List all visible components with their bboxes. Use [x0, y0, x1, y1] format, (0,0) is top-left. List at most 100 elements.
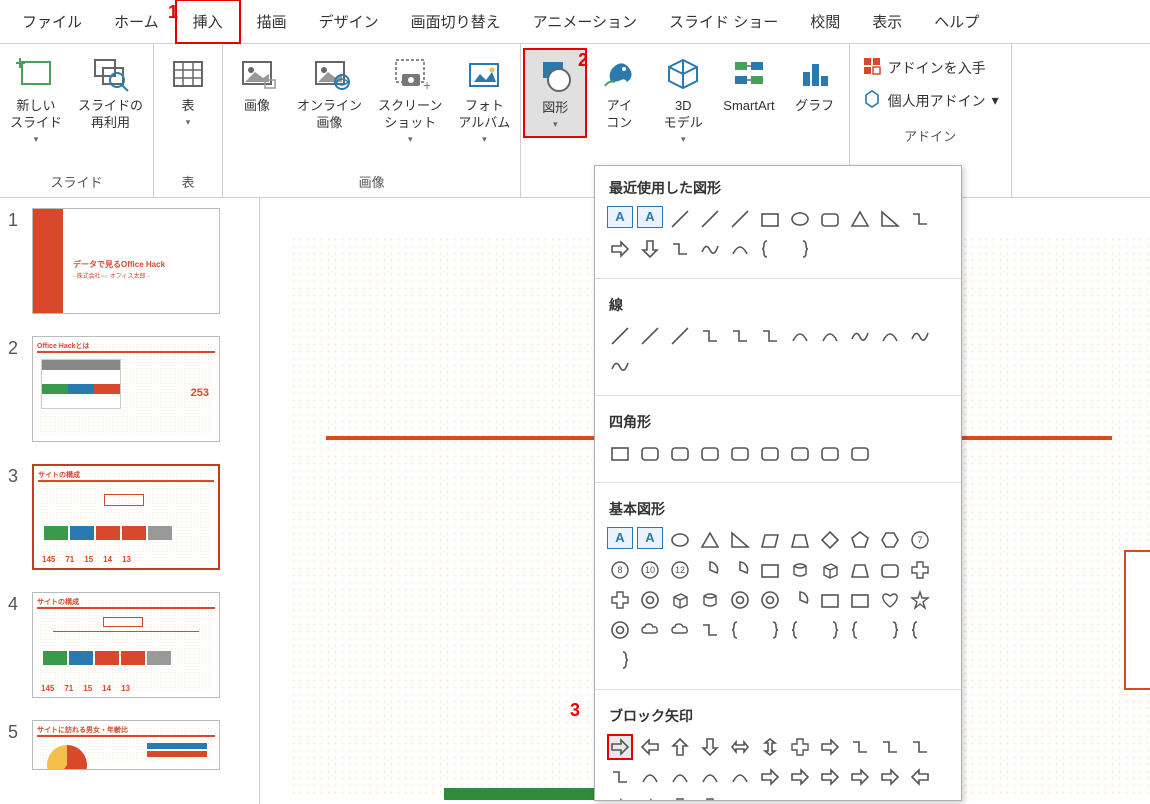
shape-basic-36[interactable]	[697, 617, 723, 643]
shape-basic-20[interactable]	[877, 557, 903, 583]
shape-arrow-14[interactable]	[697, 764, 723, 790]
shape-rect-7[interactable]	[817, 440, 843, 466]
shape-basic-37[interactable]	[727, 617, 753, 643]
tab-file[interactable]: ファイル	[6, 1, 98, 42]
reuse-slide-button[interactable]: スライドの 再利用	[70, 48, 151, 138]
shape-arrow-11[interactable]	[607, 764, 633, 790]
shape-basic-41[interactable]	[847, 617, 873, 643]
shape-basic-12[interactable]: 10	[637, 557, 663, 583]
shape-rect-5[interactable]	[757, 440, 783, 466]
shape-arrow-17[interactable]	[787, 764, 813, 790]
shape-basic-27[interactable]	[757, 587, 783, 613]
shape-arrow-5[interactable]	[757, 734, 783, 760]
shape-oval[interactable]	[787, 206, 813, 232]
shape-basic-21[interactable]	[907, 557, 933, 583]
shapes-dropdown[interactable]: 最近使用した図形 AA 線 四角形 基本図形 AA781012 ブロック矢印	[594, 165, 962, 801]
shape-textbox[interactable]: A	[637, 527, 663, 549]
tab-transitions[interactable]: 画面切り替え	[395, 1, 517, 42]
shape-basic-35[interactable]	[667, 617, 693, 643]
shape-rrect[interactable]	[817, 206, 843, 232]
shape-brace-r[interactable]	[787, 236, 813, 262]
shape-arrow-26[interactable]	[727, 794, 753, 801]
shape-basic-8[interactable]	[847, 527, 873, 553]
shape-line-11[interactable]	[607, 353, 633, 379]
shape-arrow-18[interactable]	[817, 764, 843, 790]
shape-rect-0[interactable]	[607, 440, 633, 466]
album-button[interactable]: フォト アルバム ▾	[450, 48, 518, 151]
shape-basic-25[interactable]	[697, 587, 723, 613]
shape-basic-7[interactable]	[817, 527, 843, 553]
shape-basic-4[interactable]	[727, 527, 753, 553]
3d-model-button[interactable]: 3D モデル ▾	[651, 48, 715, 151]
shape-line-8[interactable]	[847, 323, 873, 349]
shape-arrow-7[interactable]	[817, 734, 843, 760]
shape-basic-38[interactable]	[757, 617, 783, 643]
shape-arrow-16[interactable]	[757, 764, 783, 790]
shape-basic-29[interactable]	[817, 587, 843, 613]
new-slide-button[interactable]: 新しい スライド ▾	[2, 48, 70, 151]
shape-line-2[interactable]	[667, 323, 693, 349]
shape-arrow-21[interactable]	[907, 764, 933, 790]
shape-basic-18[interactable]	[817, 557, 843, 583]
shape-arrow-9[interactable]	[877, 734, 903, 760]
shape-basic-24[interactable]	[667, 587, 693, 613]
shape-basic-19[interactable]	[847, 557, 873, 583]
shape-line-4[interactable]	[727, 323, 753, 349]
shape-basic-34[interactable]	[637, 617, 663, 643]
shape-arrow-20[interactable]	[877, 764, 903, 790]
shape-connector[interactable]	[907, 206, 933, 232]
tab-draw[interactable]: 描画	[241, 1, 303, 42]
shape-arrow-0[interactable]	[607, 734, 633, 760]
tab-home[interactable]: ホーム	[98, 1, 175, 42]
shape-line-1[interactable]	[637, 323, 663, 349]
shape-line-5[interactable]	[757, 323, 783, 349]
shape-basic-23[interactable]	[637, 587, 663, 613]
shape-basic-40[interactable]	[817, 617, 843, 643]
shape-basic-5[interactable]	[757, 527, 783, 553]
tab-insert[interactable]: 挿入	[175, 0, 241, 44]
shape-right-triangle[interactable]	[877, 206, 903, 232]
shape-textbox[interactable]: A	[607, 527, 633, 549]
shape-line-double[interactable]	[727, 206, 753, 232]
shape-line-6[interactable]	[787, 323, 813, 349]
shape-line-3[interactable]	[697, 323, 723, 349]
shape-basic-14[interactable]	[697, 557, 723, 583]
shape-arrow-8[interactable]	[847, 734, 873, 760]
shape-arrow-1[interactable]	[637, 734, 663, 760]
shape-basic-13[interactable]: 12	[667, 557, 693, 583]
screenshot-button[interactable]: + スクリーン ショット ▾	[370, 48, 450, 151]
shape-elbow[interactable]	[667, 236, 693, 262]
slide-thumbnail-3[interactable]: サイトの構成 145 71 15 14 13	[32, 464, 220, 570]
shape-arrow-19[interactable]	[847, 764, 873, 790]
shape-basic-42[interactable]	[877, 617, 903, 643]
shape-rect-8[interactable]	[847, 440, 873, 466]
online-image-button[interactable]: オンライン 画像	[289, 48, 370, 138]
thumbnail-panel[interactable]: 1 データで見るOffice Hack - 株式会社○○ オフィス太郎 - 2 …	[0, 198, 260, 804]
smartart-button[interactable]: SmartArt	[715, 48, 782, 121]
shape-arrow-3[interactable]	[697, 734, 723, 760]
shape-arrow-24[interactable]	[667, 794, 693, 801]
shape-basic-43[interactable]	[907, 617, 933, 643]
shape-line[interactable]	[667, 206, 693, 232]
shape-arrow-6[interactable]	[787, 734, 813, 760]
shape-basic-2[interactable]	[667, 527, 693, 553]
shape-textbox[interactable]: A	[637, 206, 663, 228]
shape-arrow-15[interactable]	[727, 764, 753, 790]
tab-animations[interactable]: アニメーション	[517, 1, 653, 42]
shape-arrow-4[interactable]	[727, 734, 753, 760]
shape-basic-33[interactable]	[607, 617, 633, 643]
shape-arrow-down[interactable]	[637, 236, 663, 262]
shape-rect-6[interactable]	[787, 440, 813, 466]
shape-basic-17[interactable]	[787, 557, 813, 583]
shape-basic-30[interactable]	[847, 587, 873, 613]
table-button[interactable]: 表 ▾	[156, 48, 220, 134]
shape-basic-9[interactable]	[877, 527, 903, 553]
icons-button[interactable]: アイ コン	[587, 48, 651, 138]
shape-rect-4[interactable]	[727, 440, 753, 466]
image-button[interactable]: 画像	[225, 48, 289, 121]
shape-arrow-2[interactable]	[667, 734, 693, 760]
shape-arrow-right[interactable]	[607, 236, 633, 262]
shape-basic-11[interactable]: 8	[607, 557, 633, 583]
my-addins-button[interactable]: 個人用アドイン ▾	[862, 89, 999, 112]
shape-basic-22[interactable]	[607, 587, 633, 613]
